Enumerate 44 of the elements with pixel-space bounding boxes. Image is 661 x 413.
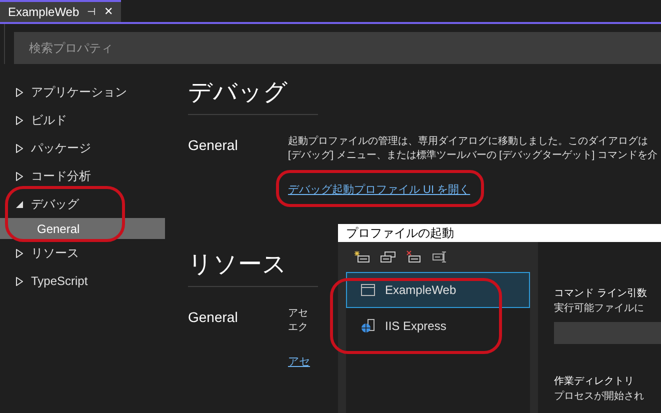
section-heading: デバッグ (188, 78, 288, 108)
delete-profile-icon[interactable] (406, 250, 422, 264)
group-label: General (188, 136, 239, 155)
globe-server-icon (361, 319, 375, 333)
sidebar-item[interactable]: デバッグ (0, 190, 165, 218)
section-heading: リソース (188, 250, 287, 280)
description-text: エク (288, 321, 308, 335)
profile-item[interactable]: IIS Express (346, 308, 530, 344)
sidebar-item[interactable]: リソース (0, 239, 165, 267)
search-field[interactable]: 検索プロパティ (14, 32, 661, 64)
expanded-triangle-icon[interactable] (16, 200, 23, 208)
document-tab[interactable]: ExampleWeb ⊣ ✕ (0, 0, 122, 22)
sidebar-item[interactable]: コード分析 (0, 162, 165, 190)
description-text: アセ (288, 307, 308, 321)
collapsed-triangle-icon[interactable] (16, 116, 23, 124)
field-label: コマンド ライン引数 (554, 287, 648, 301)
close-icon[interactable]: ✕ (104, 4, 114, 20)
collapsed-triangle-icon[interactable] (16, 276, 23, 286)
field-label: 作業ディレクトリ (554, 374, 635, 389)
dialog-title: プロファイルの起動 (338, 224, 661, 242)
field-description: 実行可能ファイルに (554, 302, 645, 316)
collapsed-triangle-icon[interactable] (16, 172, 23, 180)
description-text: 起動プロファイルの管理は、専用ダイアログに移動しました。このダイアログは (288, 135, 648, 149)
profile-item[interactable]: ExampleWeb (346, 272, 530, 308)
field-description: プロセスが開始され (554, 390, 645, 404)
sidebar-item[interactable]: TypeScript (0, 267, 165, 295)
new-profile-icon[interactable] (354, 250, 370, 264)
sidebar-subitem[interactable]: General (0, 218, 165, 239)
sidebar-item[interactable]: パッケージ (0, 134, 165, 162)
tab-title: ExampleWeb (8, 4, 80, 21)
link[interactable]: デバッグ起動プロファイル UI を開く (288, 184, 470, 196)
window-icon (361, 284, 375, 296)
collapsed-triangle-icon[interactable] (16, 248, 23, 258)
pin-icon[interactable]: ⊣ (87, 4, 96, 20)
input-field[interactable] (554, 322, 661, 344)
sidebar-item[interactable]: ビルド (0, 106, 165, 134)
sidebar-item[interactable]: アプリケーション (0, 78, 165, 106)
collapsed-triangle-icon[interactable] (16, 88, 23, 96)
copy-profile-icon[interactable] (380, 250, 396, 264)
group-label: General (188, 308, 239, 327)
collapsed-triangle-icon[interactable] (16, 144, 23, 152)
link[interactable]: アセ (288, 356, 310, 368)
description-text: [デバッグ] メニュー、または標準ツールバーの [デバッグターゲット] コマンドを介 (288, 149, 658, 163)
rename-profile-icon[interactable] (432, 250, 448, 264)
